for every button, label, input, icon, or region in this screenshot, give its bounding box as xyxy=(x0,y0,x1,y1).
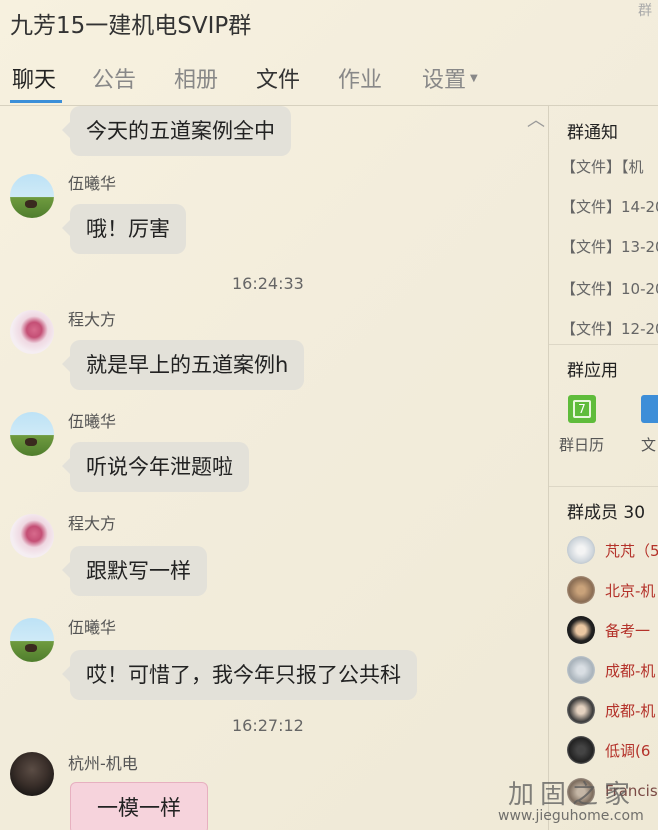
calendar-icon[interactable]: 7 xyxy=(568,395,596,423)
collapse-chevron-icon[interactable]: ︿ xyxy=(527,106,545,132)
group-side-panel: 群通知 【文件】【机 【文件】14-20 【文件】13-20 【文件】10-20… xyxy=(549,106,658,830)
member-item[interactable]: 低调(6 xyxy=(557,736,658,766)
dog-figure xyxy=(25,200,37,208)
member-name: 低调(6 xyxy=(605,742,651,760)
avatar[interactable] xyxy=(10,412,54,456)
avatar xyxy=(567,656,595,684)
side-divider xyxy=(549,486,658,487)
member-item[interactable]: 北京-机 xyxy=(557,576,658,606)
notice-item[interactable]: 【文件】13-20 xyxy=(561,236,658,257)
tab-settings[interactable]: 设置 ▼ xyxy=(422,62,478,94)
chat-message-list[interactable]: 今天的五道案例全中 伍曦华 哦！厉害 16:24:33 程大方 就是早上的五道案… xyxy=(0,106,548,830)
member-name: 北京-机 xyxy=(605,582,656,600)
notice-title: 群通知 xyxy=(567,123,618,143)
window-title: 九芳15一建机电SVIP群 xyxy=(10,13,252,39)
notice-item[interactable]: 【文件】12-20 xyxy=(561,318,658,339)
message-bubble[interactable]: 哦！厉害 xyxy=(62,204,186,254)
app-label-calendar[interactable]: 群日历 xyxy=(559,434,604,455)
message-bubble[interactable]: 跟默写一样 xyxy=(62,546,207,596)
message-bubble[interactable]: 哎！可惜了，我今年只报了公共科 xyxy=(62,650,417,700)
member-item[interactable]: 成都-机 xyxy=(557,656,658,686)
avatar[interactable] xyxy=(10,752,54,796)
message-timestamp: 16:24:33 xyxy=(232,274,304,293)
watermark-title: 加固之家 xyxy=(508,780,637,810)
notice-item[interactable]: 【文件】【机 xyxy=(561,156,644,177)
tab-album[interactable]: 相册 xyxy=(174,62,218,94)
dog-figure xyxy=(25,438,37,446)
avatar xyxy=(567,696,595,724)
notice-item[interactable]: 【文件】10-20 xyxy=(561,278,658,299)
tab-chat[interactable]: 聊天 xyxy=(12,62,56,94)
message-bubble[interactable]: 就是早上的五道案例h xyxy=(61,340,305,390)
message-sender: 伍曦华 xyxy=(68,412,117,431)
message-timestamp: 16:27:12 xyxy=(232,716,304,735)
window-corner-text: 群 xyxy=(638,3,652,19)
avatar xyxy=(567,736,595,764)
message-bubble[interactable]: 一模一样 xyxy=(70,782,208,830)
site-watermark: 加固之家 www.jieguhome.com xyxy=(470,770,658,830)
avatar[interactable] xyxy=(10,514,54,558)
tab-homework[interactable]: 作业 xyxy=(338,62,382,94)
avatar xyxy=(567,536,595,564)
member-item[interactable]: 备考一 xyxy=(557,616,658,646)
app-label-document[interactable]: 文 xyxy=(641,434,656,455)
message-bubble[interactable]: 今天的五道案例全中 xyxy=(62,106,291,156)
message-sender: 程大方 xyxy=(68,310,117,329)
document-icon[interactable] xyxy=(641,395,658,423)
member-item[interactable]: 芃芃（5 xyxy=(557,536,658,566)
avatar xyxy=(567,616,595,644)
watermark-url: www.jieguhome.com xyxy=(498,808,644,824)
avatar[interactable] xyxy=(10,618,54,662)
message-sender: 程大方 xyxy=(68,514,117,533)
message-bubble[interactable]: 听说今年泄题啦 xyxy=(62,442,249,492)
dog-figure xyxy=(25,644,37,652)
member-name: 备考一 xyxy=(605,622,651,640)
side-divider xyxy=(549,344,658,345)
tab-bar: 聊天 公告 相册 文件 作业 设置 ▼ xyxy=(0,58,658,106)
message-sender: 伍曦华 xyxy=(68,618,117,637)
avatar[interactable] xyxy=(10,310,54,354)
message-sender: 伍曦华 xyxy=(68,174,117,193)
member-name: 成都-机 xyxy=(605,662,656,680)
message-sender: 杭州-机电 xyxy=(68,754,138,773)
tab-files[interactable]: 文件 xyxy=(256,62,300,94)
active-tab-indicator xyxy=(10,100,62,103)
avatar xyxy=(567,576,595,604)
members-title: 群成员 30 xyxy=(567,503,646,523)
member-item[interactable]: 成都-机 xyxy=(557,696,658,726)
member-name: 成都-机 xyxy=(605,702,656,720)
apps-title: 群应用 xyxy=(567,361,618,381)
tab-settings-label: 设置 xyxy=(422,68,467,93)
tab-announcement[interactable]: 公告 xyxy=(92,62,136,94)
chevron-down-icon: ▼ xyxy=(470,73,478,84)
member-name: 芃芃（5 xyxy=(605,542,658,560)
notice-item[interactable]: 【文件】14-20 xyxy=(561,196,658,217)
avatar[interactable] xyxy=(10,174,54,218)
